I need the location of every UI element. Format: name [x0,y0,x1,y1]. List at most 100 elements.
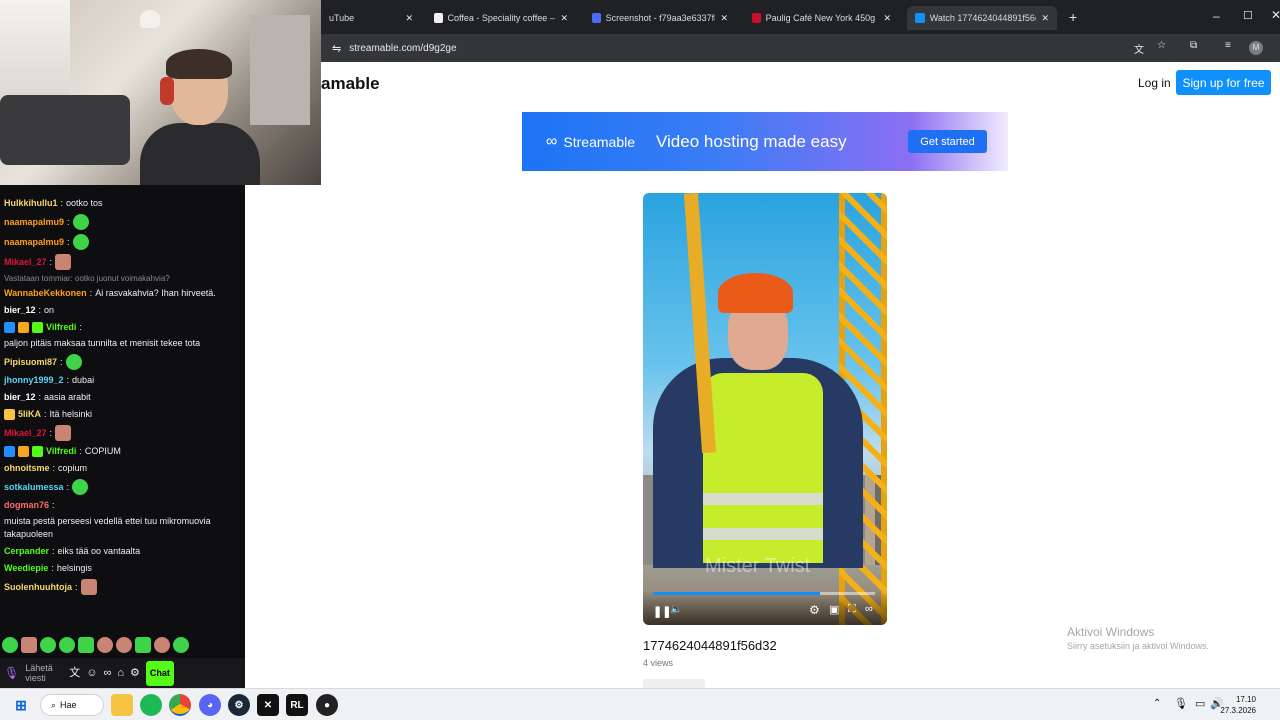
translate-icon[interactable]: 文 [69,667,80,680]
chat-message: naamapalmu9: [0,232,245,252]
store-icon[interactable]: ⌂ [117,667,124,680]
chat-username[interactable]: Suolenhuuhtoja [4,581,72,594]
chat-username[interactable]: Vilfredi [46,445,76,458]
emote-shortcut-icon[interactable] [154,637,170,653]
tab-favicon-icon [592,13,601,23]
emote-shortcut-icon[interactable] [97,637,113,653]
emote-shortcut-icon[interactable] [40,637,56,653]
get-started-button[interactable]: Get started [908,130,987,153]
chat-emote-icon[interactable] [80,579,97,595]
chat-username[interactable]: WannabeKekkonen [4,287,87,300]
chat-username[interactable]: bier_12 [4,391,36,404]
chat-username[interactable]: Cerpander [4,545,49,558]
pause-icon[interactable]: ❚❚ [653,605,671,618]
emote-shortcut-icon[interactable] [21,637,37,653]
rl-app-icon[interactable]: RL [286,694,308,716]
chat-emote-icon[interactable] [55,425,72,441]
chat-username[interactable]: dogman76 [4,499,49,512]
tab-close-icon[interactable]: ✕ [1041,13,1049,24]
settings-icon[interactable]: ⚙ [130,667,140,680]
url-field[interactable]: streamable.com/d9g2ge [349,43,456,54]
chat-username[interactable]: Mikael_27 [4,256,47,269]
site-info-icon[interactable]: ⇋ [332,42,341,55]
ad-banner[interactable]: ∞ Streamable Video hosting made easy Get … [522,112,1008,171]
chat-emote-icon[interactable] [72,214,89,230]
chat-message: Mikael_27: [0,423,245,443]
display-icon[interactable]: ▭ [1195,697,1205,710]
chat-username[interactable]: sotkalumessa [4,481,64,494]
tab-close-icon[interactable]: ✕ [405,13,413,24]
tab-close-icon[interactable]: ✕ [560,13,568,24]
chat-colon: : [38,392,42,402]
chat-send-button[interactable]: Chat [145,660,174,686]
taskbar-clock[interactable]: 17.10 27.3.2026 [1220,694,1256,716]
settings-gear-icon[interactable]: ⚙ [809,603,820,617]
chat-username[interactable]: Weediepie [4,562,48,575]
tab-close-icon[interactable]: ✕ [720,13,728,24]
discord-icon[interactable]: ◕ [199,694,221,716]
chat-username[interactable]: Hulkkihullu1 [4,197,58,210]
emote-shortcut-icon[interactable] [173,637,189,653]
browser-tab[interactable]: Screenshot - f79aa3e6337f8cde ✕ [584,6,736,30]
browser-tab[interactable]: Paulig Café New York 450g kahv ✕ [744,6,899,30]
chat-username[interactable]: jhonny1999_2 [4,374,64,387]
chat-emote-icon[interactable] [55,254,72,270]
site-logo[interactable]: amable [321,74,380,94]
emote-shortcut-icon[interactable] [59,637,75,653]
extensions-icon[interactable]: ⧉ [1190,40,1197,51]
start-button[interactable]: ⊞ [10,694,32,716]
chat-input[interactable]: Lähetä viesti [25,663,63,683]
emote-shortcut-icon[interactable] [116,637,132,653]
translate-page-icon[interactable]: 文 [1134,41,1144,56]
chat-message: WannabeKekkonen: Ai rasvakahvia? Ihan hir… [0,285,245,302]
file-explorer-icon[interactable] [111,694,133,716]
tray-chevron-icon[interactable]: ⌃ [1153,698,1161,709]
profile-avatar[interactable]: M [1249,41,1263,55]
browser-tab[interactable]: uTube ✕ [321,6,421,30]
streamable-icon[interactable]: ∞ [865,603,873,615]
tab-close-icon[interactable]: ✕ [883,13,891,24]
volume-icon[interactable]: 🔈 [670,604,682,615]
emoji-icon[interactable]: ☺ [86,667,97,680]
new-tab-button[interactable]: + [1069,9,1077,25]
bookmark-star-icon[interactable]: ☆ [1157,40,1166,51]
maximize-button[interactable]: ☐ [1243,9,1253,22]
chat-username[interactable]: naamapalmu9 [4,216,64,229]
emote-shortcut-icon[interactable] [2,637,18,653]
chat-emote-icon[interactable] [72,234,89,250]
browser-tab[interactable]: Coffea - Speciality coffee – pien ✕ [426,6,576,30]
media-control-icon[interactable]: ≡ [1225,40,1231,51]
video-player[interactable]: Mister Twist ❚❚ 🔈 ⚙ ▣ ⛶ ∞ [643,193,887,625]
fullscreen-icon[interactable]: ⛶ [848,603,856,616]
steam-icon[interactable]: ⚙ [228,694,250,716]
login-link[interactable]: Log in [1138,76,1171,90]
spotify-icon[interactable] [140,694,162,716]
chat-username[interactable]: naamapalmu9 [4,236,64,249]
chat-username[interactable]: 5liKA [18,408,41,421]
chat-emote-icon[interactable] [72,479,89,495]
microphone-icon[interactable]: 🎙 [1174,697,1188,710]
chat-username[interactable]: Mikael_27 [4,427,47,440]
chat-username[interactable]: ohnoitsme [4,462,50,475]
channel-points-icon[interactable]: ∞ [103,667,111,680]
mic-icon[interactable]: 🎙 [4,666,19,680]
minimize-button[interactable]: – [1213,9,1220,23]
chat-username[interactable]: bier_12 [4,304,36,317]
video-progress-bar[interactable] [653,592,875,595]
obs-icon[interactable]: ● [316,694,338,716]
tab-label: Coffea - Speciality coffee – pien [447,13,556,23]
share-button[interactable] [643,679,705,688]
emote-shortcut-icon[interactable] [135,637,151,653]
capcut-icon[interactable]: ✕ [257,694,279,716]
chrome-icon[interactable] [169,694,191,716]
signup-button[interactable]: Sign up for free [1176,70,1271,95]
emote-shortcut-icon[interactable] [78,637,94,653]
close-window-button[interactable]: ✕ [1271,8,1280,22]
chat-username[interactable]: Vilfredi [46,321,76,334]
pip-icon[interactable]: ▣ [829,603,839,616]
chat-username[interactable]: Pipisuomi87 [4,356,57,369]
browser-tab[interactable]: Watch 1774624044891f56d ✕ [907,6,1057,30]
chat-emote-icon[interactable] [65,354,82,370]
taskbar-search[interactable]: ⌕ Hae [40,694,104,716]
view-count: 4 views [643,658,674,668]
